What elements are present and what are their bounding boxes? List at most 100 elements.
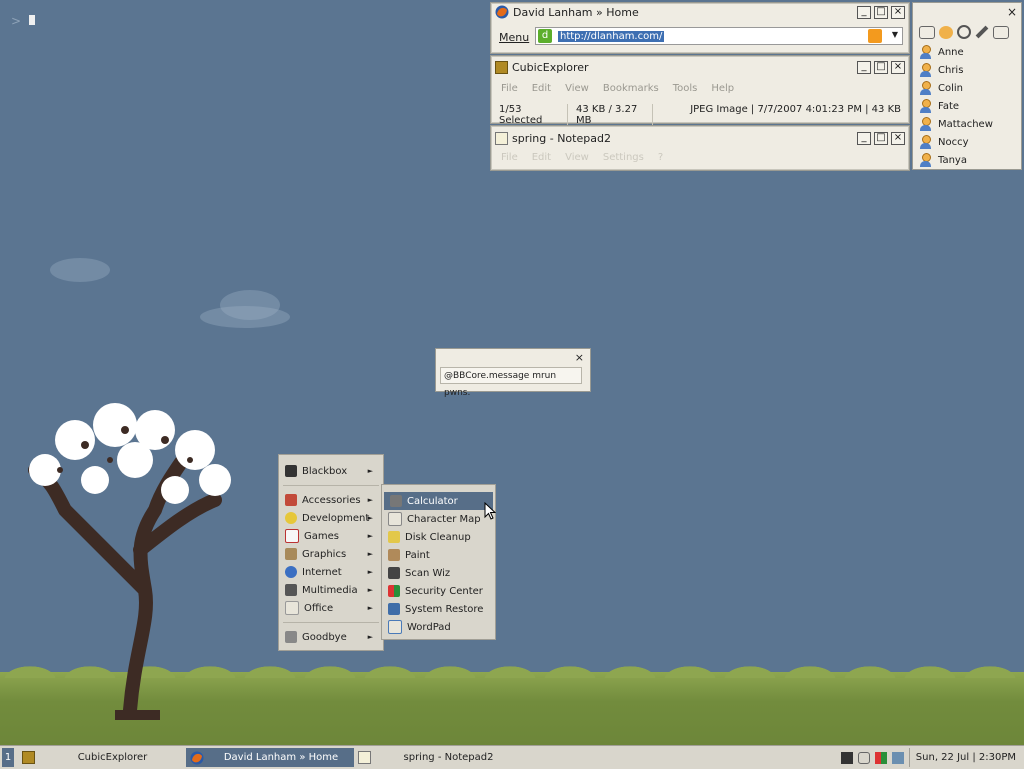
windows-flag-icon[interactable] bbox=[874, 751, 887, 764]
cloud bbox=[50, 258, 110, 282]
close-icon[interactable]: × bbox=[575, 351, 584, 364]
contact-anne[interactable]: Anne bbox=[913, 43, 1021, 61]
explorer-menubar: File Edit View Bookmarks Tools Help bbox=[491, 83, 744, 94]
menu-item-internet[interactable]: Internet ► bbox=[279, 563, 383, 581]
workspace-indicator[interactable]: 1 bbox=[2, 748, 14, 767]
task-browser[interactable]: David Lanham » Home bbox=[186, 748, 354, 767]
menu-view[interactable]: View bbox=[565, 152, 589, 163]
contact-name: Noccy bbox=[938, 136, 969, 148]
chevron-right-icon: ► bbox=[367, 532, 373, 540]
cards-icon bbox=[285, 529, 299, 543]
address-bar[interactable]: d http://dlanham.com/ ▼ bbox=[535, 27, 903, 45]
browser-titlebar[interactable]: David Lanham » Home _ □ × bbox=[491, 3, 909, 21]
search-icon[interactable] bbox=[957, 25, 971, 39]
menu-item-label: Multimedia bbox=[302, 584, 358, 596]
url-text: http://dlanham.com/ bbox=[558, 30, 665, 42]
menu-item-development[interactable]: Development ► bbox=[279, 509, 383, 527]
submenu-item-wordpad[interactable]: WordPad bbox=[382, 618, 495, 636]
clock[interactable]: Sun, 22 Jul | 2:30PM bbox=[908, 748, 1022, 767]
rss-feed-icon[interactable] bbox=[868, 29, 882, 43]
chevron-right-icon: ► bbox=[367, 604, 373, 612]
task-cubicexplorer[interactable]: CubicExplorer bbox=[18, 748, 186, 767]
submenu-item-character-map[interactable]: Character Map bbox=[382, 510, 495, 528]
minimize-button[interactable]: _ bbox=[857, 60, 871, 74]
menu-button[interactable]: Menu bbox=[499, 31, 529, 44]
submenu-item-label: Security Center bbox=[405, 585, 483, 597]
menu-file[interactable]: File bbox=[501, 83, 518, 94]
contact-noccy[interactable]: Noccy bbox=[913, 133, 1021, 151]
menu-item-blackbox[interactable]: Blackbox ► bbox=[279, 462, 383, 480]
minimize-button[interactable]: _ bbox=[857, 131, 871, 145]
browser-toolbar: Menu d http://dlanham.com/ ▼ bbox=[491, 25, 909, 49]
contact-mattachew[interactable]: Mattachew bbox=[913, 115, 1021, 133]
maximize-button[interactable]: □ bbox=[874, 60, 888, 74]
menu-item-goodbye[interactable]: Goodbye ► bbox=[279, 628, 383, 646]
explorer-statusbar: 1/53 Selected 43 KB / 3.27 MB JPEG Image… bbox=[491, 104, 909, 126]
chevron-right-icon: ► bbox=[367, 568, 373, 576]
menu-edit[interactable]: Edit bbox=[532, 83, 551, 94]
maximize-button[interactable]: □ bbox=[874, 131, 888, 145]
system-restore-icon bbox=[388, 603, 400, 615]
person-icon bbox=[919, 45, 932, 59]
submenu-item-calculator[interactable]: Calculator bbox=[384, 492, 493, 510]
minimize-button[interactable]: _ bbox=[857, 5, 871, 19]
menu-help[interactable]: Help bbox=[711, 83, 734, 94]
person-icon bbox=[919, 63, 932, 77]
close-button[interactable]: × bbox=[891, 131, 905, 145]
explorer-titlebar[interactable]: CubicExplorer _ □ × bbox=[491, 58, 909, 76]
submenu-item-system-restore[interactable]: System Restore bbox=[382, 600, 495, 618]
notepad-titlebar[interactable]: spring - Notepad2 _ □ × bbox=[491, 129, 909, 147]
contact-fate[interactable]: Fate bbox=[913, 97, 1021, 115]
submenu-item-scan-wiz[interactable]: Scan Wiz bbox=[382, 564, 495, 582]
power-icon bbox=[285, 631, 297, 643]
menu-separator bbox=[283, 622, 379, 623]
menu-item-accessories[interactable]: Accessories ► bbox=[279, 491, 383, 509]
menu-item-label: Internet bbox=[302, 566, 342, 578]
submenu-item-disk-cleanup[interactable]: Disk Cleanup bbox=[382, 528, 495, 546]
status-sizes: 43 KB / 3.27 MB bbox=[568, 104, 653, 126]
menu-edit[interactable]: Edit bbox=[532, 152, 551, 163]
menu-item-graphics[interactable]: Graphics ► bbox=[279, 545, 383, 563]
menu-settings[interactable]: Settings bbox=[603, 152, 644, 163]
menu-file[interactable]: File bbox=[501, 152, 518, 163]
menu-item-games[interactable]: Games ► bbox=[279, 527, 383, 545]
contact-tanya[interactable]: Tanya bbox=[913, 151, 1021, 169]
chevron-right-icon: ► bbox=[367, 496, 373, 504]
menu-tools[interactable]: Tools bbox=[673, 83, 698, 94]
maximize-button[interactable]: □ bbox=[874, 5, 888, 19]
close-button[interactable]: × bbox=[891, 60, 905, 74]
submenu-item-paint[interactable]: Paint bbox=[382, 546, 495, 564]
tools-icon[interactable] bbox=[975, 25, 989, 39]
message-icon[interactable] bbox=[993, 25, 1009, 39]
chevron-right-icon: ► bbox=[367, 586, 373, 594]
menu-item-label: Blackbox bbox=[302, 465, 348, 477]
close-button[interactable]: × bbox=[891, 5, 905, 19]
contact-list: Anne Chris Colin Fate Mattachew Noccy Ta… bbox=[913, 43, 1021, 169]
chevron-down-icon[interactable]: ▼ bbox=[892, 30, 898, 39]
terminal-icon[interactable] bbox=[840, 751, 853, 764]
contact-chris[interactable]: Chris bbox=[913, 61, 1021, 79]
submenu-item-security-center[interactable]: Security Center bbox=[382, 582, 495, 600]
notepad-menubar: File Edit View Settings ? bbox=[491, 152, 673, 163]
mouse-pointer-icon bbox=[484, 502, 496, 520]
person-icon bbox=[919, 99, 932, 113]
contact-colin[interactable]: Colin bbox=[913, 79, 1021, 97]
menu-bookmarks[interactable]: Bookmarks bbox=[603, 83, 659, 94]
firefox-icon bbox=[495, 5, 509, 19]
chat-icon[interactable] bbox=[919, 25, 935, 39]
film-icon bbox=[285, 584, 297, 596]
menu-view[interactable]: View bbox=[565, 83, 589, 94]
menu-item-multimedia[interactable]: Multimedia ► bbox=[279, 581, 383, 599]
network-icon[interactable] bbox=[891, 751, 904, 764]
wordpad-icon bbox=[388, 620, 402, 634]
status-file-info: JPEG Image | 7/7/2007 4:01:23 PM | 43 KB bbox=[690, 104, 901, 115]
close-icon[interactable]: × bbox=[1007, 5, 1017, 19]
task-notepad[interactable]: spring - Notepad2 bbox=[354, 748, 522, 767]
text-cursor bbox=[29, 15, 35, 25]
menu-help[interactable]: ? bbox=[658, 152, 663, 163]
menu-item-office[interactable]: Office ► bbox=[279, 599, 383, 617]
chat-icon[interactable] bbox=[857, 751, 870, 764]
submenu-item-label: Calculator bbox=[407, 495, 458, 507]
roster-toolbar bbox=[913, 3, 1021, 41]
remove-contact-icon[interactable] bbox=[939, 25, 953, 39]
